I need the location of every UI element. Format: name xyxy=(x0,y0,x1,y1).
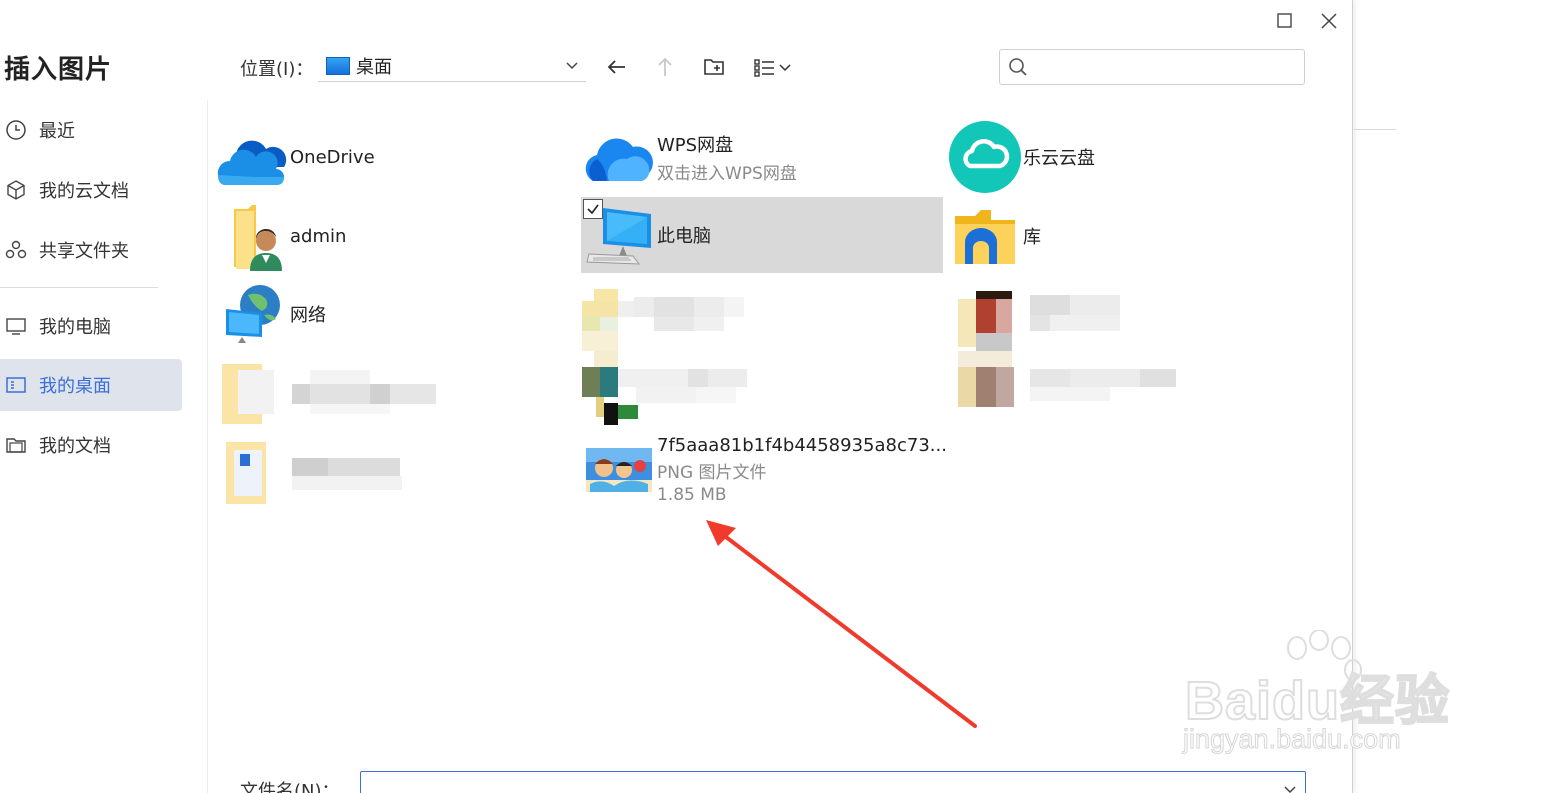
insert-image-dialog: 插入图片 最近 我的云文档 共享文件夹 我的电脑 我的桌面 我的文档 位置(I)… xyxy=(0,0,1353,793)
up-button[interactable] xyxy=(651,53,679,81)
wps-cloud-icon xyxy=(581,119,657,195)
view-mode-button[interactable] xyxy=(748,53,796,81)
search-input[interactable] xyxy=(1034,51,1304,83)
sidebar-divider xyxy=(0,287,158,288)
sidebar-item-label: 我的文档 xyxy=(39,436,111,457)
file-item-png-image[interactable]: 7f5aaa81b1f4b4458935a8c73... PNG 图片文件 1.… xyxy=(581,432,947,508)
file-item-onedrive[interactable]: OneDrive xyxy=(214,119,576,195)
desktop-icon xyxy=(5,374,27,396)
file-name: 网络 xyxy=(290,305,326,326)
sidebar-item-recent[interactable]: 最近 xyxy=(0,104,182,156)
new-folder-button[interactable] xyxy=(700,53,728,81)
monitor-icon xyxy=(5,315,27,337)
file-name: WPS网盘 xyxy=(657,134,734,156)
chevron-down-icon xyxy=(566,62,578,70)
file-name: 乐云云盘 xyxy=(1023,148,1095,169)
location-select[interactable]: 桌面 xyxy=(318,51,586,82)
sidebar-separator xyxy=(207,100,208,793)
file-item-leyun[interactable]: 乐云云盘 xyxy=(947,119,1309,195)
sidebar-item-shared-folder[interactable]: 共享文件夹 xyxy=(0,224,182,276)
redacted-file-item[interactable] xyxy=(218,440,418,508)
file-name: 7f5aaa81b1f4b4458935a8c73... xyxy=(657,435,947,456)
leyun-cloud-icon xyxy=(947,119,1023,195)
sidebar-item-my-documents[interactable]: 我的文档 xyxy=(0,419,182,471)
sidebar-item-cloud-docs[interactable]: 我的云文档 xyxy=(0,164,182,216)
folder-icon xyxy=(5,434,27,456)
selected-checkbox[interactable] xyxy=(583,199,603,219)
chevron-down-icon xyxy=(779,64,791,72)
file-name: admin xyxy=(290,225,347,247)
list-view-icon xyxy=(754,59,774,77)
library-folder-icon xyxy=(947,198,1023,274)
baidu-watermark: Baidu经验 jingyan.baidu.com xyxy=(1180,630,1480,770)
back-button[interactable] xyxy=(603,53,631,81)
file-name: OneDrive xyxy=(290,146,375,168)
network-icon xyxy=(214,276,290,352)
annotation-arrow xyxy=(706,520,977,728)
file-size: 1.85 MB xyxy=(657,485,727,505)
chevron-down-icon xyxy=(1284,786,1296,793)
search-icon xyxy=(1009,58,1027,76)
filename-field[interactable] xyxy=(360,771,1306,793)
redacted-file-item[interactable] xyxy=(958,285,1178,429)
search-box[interactable] xyxy=(999,49,1305,85)
user-folder-icon xyxy=(214,198,290,274)
image-thumbnail-icon xyxy=(581,432,657,508)
location-label: 位置(I)： xyxy=(240,59,314,80)
sidebar-item-label: 最近 xyxy=(39,121,75,142)
close-button[interactable] xyxy=(1318,10,1340,32)
desktop-mini-icon xyxy=(326,57,350,75)
file-type: PNG 图片文件 xyxy=(657,463,767,483)
sidebar-item-label: 我的电脑 xyxy=(39,317,111,338)
sidebar-item-label: 共享文件夹 xyxy=(39,241,129,262)
file-item-admin[interactable]: admin xyxy=(214,198,576,274)
maximize-button[interactable] xyxy=(1274,10,1296,32)
location-value: 桌面 xyxy=(356,57,392,78)
file-name: 库 xyxy=(1023,227,1041,248)
onedrive-icon xyxy=(214,119,290,195)
file-name: 此电脑 xyxy=(657,226,711,247)
clock-icon xyxy=(5,119,27,141)
check-icon xyxy=(587,204,599,215)
redacted-file-item[interactable] xyxy=(218,362,458,430)
filename-label: 文件名(N)： xyxy=(240,781,340,793)
arrow-left-icon xyxy=(607,60,625,74)
new-folder-icon xyxy=(704,59,724,75)
share-icon xyxy=(5,239,27,261)
redacted-file-item[interactable] xyxy=(582,285,748,429)
filename-input[interactable] xyxy=(365,772,1269,793)
sidebar-item-my-computer[interactable]: 我的电脑 xyxy=(0,300,182,352)
cube-icon xyxy=(5,179,27,201)
sidebar-item-my-desktop[interactable]: 我的桌面 xyxy=(0,359,182,411)
file-subtitle: 双击进入WPS网盘 xyxy=(657,163,797,184)
file-item-library[interactable]: 库 xyxy=(947,198,1309,274)
arrow-up-icon xyxy=(658,57,672,76)
sidebar-item-label: 我的桌面 xyxy=(39,376,111,397)
file-item-wps-cloud[interactable]: WPS网盘 双击进入WPS网盘 xyxy=(581,119,943,195)
sidebar-item-label: 我的云文档 xyxy=(39,181,129,202)
dialog-title: 插入图片 xyxy=(4,55,113,85)
sidebar: 最近 我的云文档 共享文件夹 我的电脑 我的桌面 我的文档 xyxy=(0,100,207,793)
maximize-icon xyxy=(1277,13,1292,28)
watermark-url: jingyan.baidu.com xyxy=(1183,724,1402,755)
background-divider xyxy=(1354,129,1396,130)
file-item-network[interactable]: 网络 xyxy=(214,276,576,352)
close-icon xyxy=(1321,13,1337,29)
file-item-this-pc[interactable]: 此电脑 xyxy=(581,197,943,273)
